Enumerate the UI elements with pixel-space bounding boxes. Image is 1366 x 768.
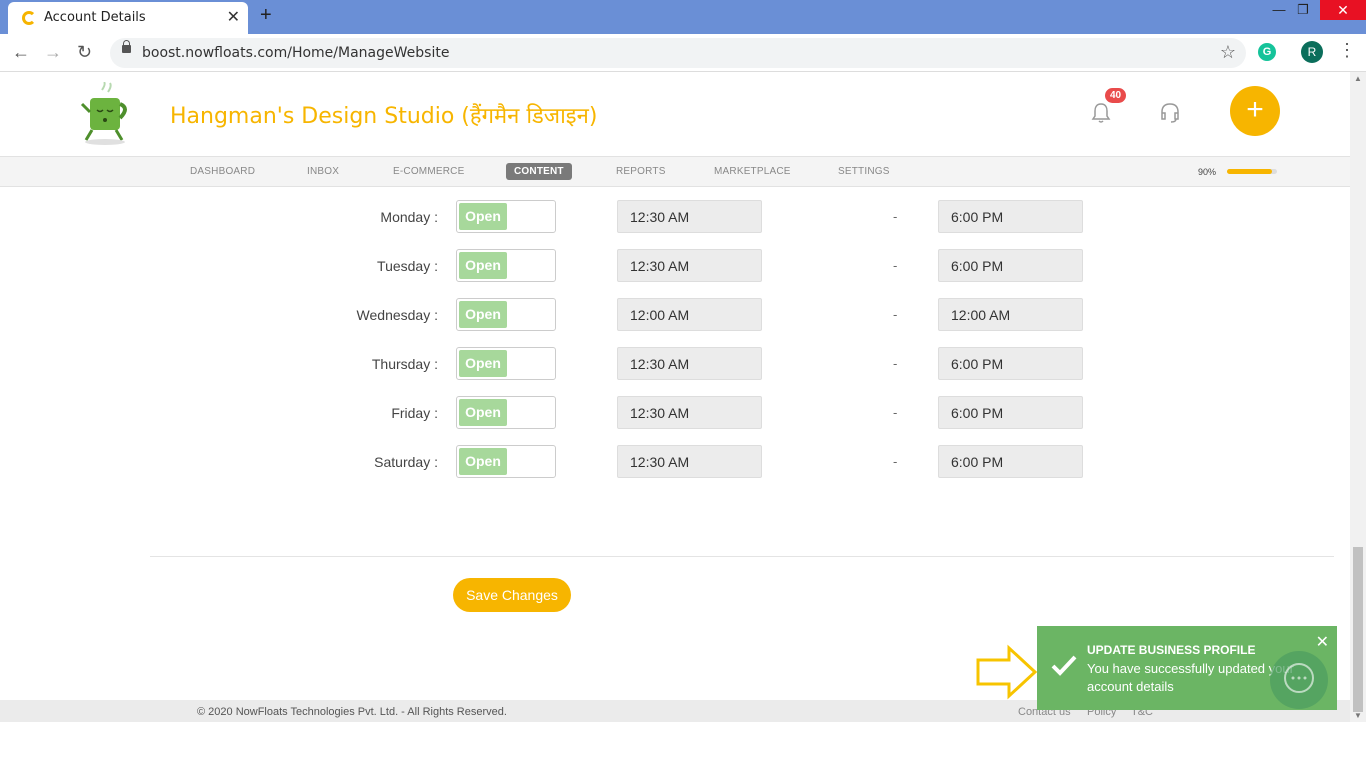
open-time-field[interactable]: 12:30 AM: [617, 200, 762, 233]
open-toggle[interactable]: Open: [456, 445, 556, 478]
open-time-field[interactable]: 12:30 AM: [617, 396, 762, 429]
address-bar-row: ← → ↻ boost.nowfloats.com/Home/ManageWeb…: [0, 34, 1366, 72]
browser-tab[interactable]: Account Details ✕: [8, 2, 248, 34]
restore-icon[interactable]: ❐: [1288, 2, 1318, 18]
scroll-up-icon[interactable]: ▲: [1354, 74, 1362, 83]
scroll-thumb[interactable]: [1353, 547, 1363, 712]
toggle-status: Open: [459, 252, 507, 279]
time-separator: -: [893, 356, 898, 371]
profile-avatar[interactable]: R: [1301, 41, 1323, 63]
bookmark-star-icon[interactable]: ☆: [1220, 42, 1236, 63]
close-time-field[interactable]: 12:00 AM: [938, 298, 1083, 331]
logo[interactable]: [70, 81, 140, 146]
hours-row: Friday : Open 12:30 AM - 6:00 PM: [0, 396, 1350, 430]
grammarly-icon[interactable]: G: [1258, 43, 1276, 61]
profile-completion-bar: [1227, 169, 1277, 174]
time-separator: -: [893, 307, 898, 322]
checkmark-icon: [1051, 654, 1077, 681]
nav-marketplace[interactable]: MARKETPLACE: [714, 166, 791, 177]
open-toggle[interactable]: Open: [456, 200, 556, 233]
omnibox[interactable]: boost.nowfloats.com/Home/ManageWebsite ☆: [110, 38, 1246, 68]
day-label: Monday :: [380, 209, 438, 225]
reload-icon[interactable]: ↻: [77, 42, 92, 63]
close-time-field[interactable]: 6:00 PM: [938, 347, 1083, 380]
menu-kebab-icon[interactable]: ⋮: [1338, 40, 1356, 61]
nav-reports[interactable]: REPORTS: [616, 166, 666, 177]
copyright-text: © 2020 NowFloats Technologies Pvt. Ltd. …: [197, 706, 507, 718]
toggle-status: Open: [459, 350, 507, 377]
scroll-down-icon[interactable]: ▼: [1354, 711, 1362, 720]
browser-tab-bar: Account Details ✕ + — ❐ ✕: [0, 0, 1366, 34]
time-separator: -: [893, 405, 898, 420]
hours-row: Thursday : Open 12:30 AM - 6:00 PM: [0, 347, 1350, 381]
open-toggle[interactable]: Open: [456, 298, 556, 331]
toast-close-icon[interactable]: ✕: [1316, 632, 1329, 652]
close-time-field[interactable]: 6:00 PM: [938, 445, 1083, 478]
forward-icon[interactable]: →: [44, 42, 62, 63]
close-time-field[interactable]: 6:00 PM: [938, 249, 1083, 282]
open-time-field[interactable]: 12:30 AM: [617, 445, 762, 478]
toggle-status: Open: [459, 448, 507, 475]
close-time-field[interactable]: 6:00 PM: [938, 200, 1083, 233]
notification-badge: 40: [1105, 88, 1127, 103]
day-label: Saturday :: [374, 454, 438, 470]
nav-ecommerce[interactable]: E-COMMERCE: [393, 166, 464, 177]
hours-row: Saturday : Open 12:30 AM - 6:00 PM: [0, 445, 1350, 479]
toast-title: UPDATE BUSINESS PROFILE: [1087, 643, 1256, 657]
toggle-status: Open: [459, 203, 507, 230]
hours-row: Tuesday : Open 12:30 AM - 6:00 PM: [0, 249, 1350, 283]
favicon-icon: [22, 11, 36, 25]
profile-completion-fill: [1227, 169, 1272, 174]
open-time-field[interactable]: 12:30 AM: [617, 249, 762, 282]
day-label: Friday :: [391, 405, 438, 421]
day-label: Wednesday :: [356, 307, 438, 323]
site-header: Hangman's Design Studio (हैंगमैन डिजाइन)…: [0, 72, 1350, 156]
day-label: Thursday :: [371, 356, 438, 372]
nav-inbox[interactable]: INBOX: [307, 166, 339, 177]
window-close-icon[interactable]: ✕: [1320, 0, 1366, 20]
back-icon[interactable]: ←: [12, 42, 30, 63]
save-changes-button[interactable]: Save Changes: [453, 578, 571, 612]
nav-content[interactable]: CONTENT: [506, 163, 572, 180]
new-tab-icon[interactable]: +: [260, 4, 272, 27]
business-hours-form: Sunday :Open12:30 AM-6:00 PMMonday :Open…: [0, 170, 1350, 700]
nav-dashboard[interactable]: DASHBOARD: [190, 166, 255, 177]
day-label: Tuesday :: [377, 258, 438, 274]
time-separator: -: [893, 209, 898, 224]
hours-row: Wednesday : Open 12:00 AM - 12:00 AM: [0, 298, 1350, 332]
close-tab-icon[interactable]: ✕: [227, 7, 240, 27]
lock-icon: [122, 40, 131, 53]
nav-settings[interactable]: SETTINGS: [838, 166, 890, 177]
headset-icon[interactable]: [1158, 102, 1182, 129]
open-time-field[interactable]: 12:00 AM: [617, 298, 762, 331]
profile-completion-label: 90%: [1198, 167, 1217, 177]
open-toggle[interactable]: Open: [456, 347, 556, 380]
hours-row: Monday : Open 12:30 AM - 6:00 PM: [0, 200, 1350, 234]
chat-widget-icon[interactable]: [1270, 651, 1328, 709]
bell-icon[interactable]: [1090, 102, 1112, 129]
time-separator: -: [893, 454, 898, 469]
page-scrollbar[interactable]: ▲ ▼: [1350, 72, 1366, 722]
toggle-status: Open: [459, 399, 507, 426]
pointer-arrow-icon: [975, 644, 1041, 705]
time-separator: -: [893, 258, 898, 273]
url-text[interactable]: boost.nowfloats.com/Home/ManageWebsite: [142, 45, 449, 61]
close-time-field[interactable]: 6:00 PM: [938, 396, 1083, 429]
tab-title: Account Details: [44, 10, 146, 25]
open-toggle[interactable]: Open: [456, 249, 556, 282]
add-button[interactable]: +: [1230, 86, 1280, 136]
business-name: Hangman's Design Studio (हैंगमैन डिजाइन): [170, 104, 598, 129]
toggle-status: Open: [459, 301, 507, 328]
open-time-field[interactable]: 12:30 AM: [617, 347, 762, 380]
open-toggle[interactable]: Open: [456, 396, 556, 429]
main-nav: DASHBOARD INBOX E-COMMERCE CONTENT REPOR…: [0, 156, 1350, 187]
divider: [150, 556, 1334, 557]
